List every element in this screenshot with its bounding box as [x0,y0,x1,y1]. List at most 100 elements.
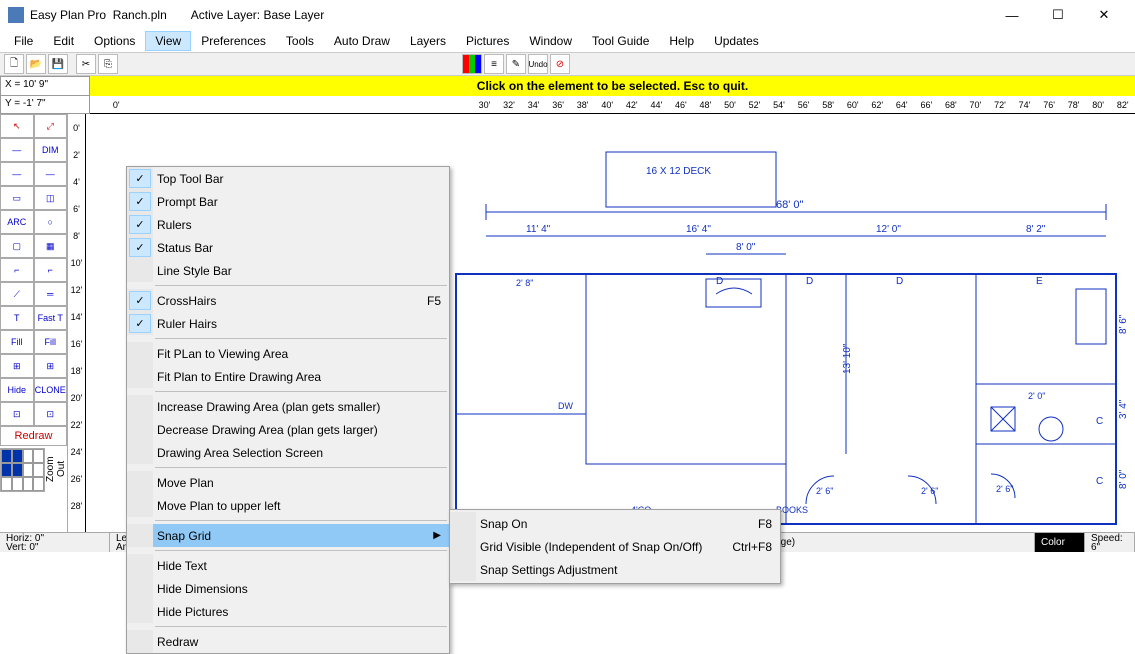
menu-item[interactable]: Snap Grid▶ [127,524,449,547]
maximize-button[interactable]: ☐ [1035,0,1081,30]
tool-cell[interactable]: CLONE [34,378,68,402]
menu-item[interactable]: ✓Rulers [127,213,449,236]
tool-cell[interactable]: ◫ [34,186,68,210]
tool-cell[interactable]: ▢ [0,234,34,258]
color-swatch[interactable] [33,477,44,491]
tool-cell[interactable]: ARC [0,210,34,234]
menu-view[interactable]: View [145,31,191,51]
menu-item[interactable]: Redraw [127,630,449,653]
tool-cell[interactable]: DIM [34,138,68,162]
menu-item[interactable]: Hide Text [127,554,449,577]
submenu-item[interactable]: Grid Visible (Independent of Snap On/Off… [450,535,780,558]
tool-cell[interactable]: ▦ [34,234,68,258]
menu-file[interactable]: File [4,31,43,51]
menu-tools[interactable]: Tools [276,31,324,51]
svg-text:2' 6": 2' 6" [816,486,833,496]
color-swatch[interactable] [1,449,12,463]
tool-cell[interactable]: T [0,306,34,330]
tool-cell[interactable]: — [0,138,34,162]
menu-item[interactable]: Decrease Drawing Area (plan gets larger) [127,418,449,441]
submenu-item[interactable]: Snap Settings Adjustment [450,558,780,581]
coord-y: Y = -1' 7" [0,96,90,114]
snap-grid-submenu[interactable]: Snap OnF8Grid Visible (Independent of Sn… [449,509,781,584]
menu-toolguide[interactable]: Tool Guide [582,31,659,51]
menu-window[interactable]: Window [519,31,582,51]
menu-item[interactable]: Fit PLan to Viewing Area [127,342,449,365]
menu-item[interactable]: Move Plan [127,471,449,494]
svg-text:D: D [716,276,723,287]
svg-text:8' 6": 8' 6" [1118,314,1129,334]
tool-cell[interactable]: ⊡ [0,402,34,426]
menubar: File Edit Options View Preferences Tools… [0,30,1135,52]
color-swatch[interactable] [23,463,34,477]
svg-text:8' 2": 8' 2" [1026,224,1046,235]
minimize-button[interactable]: — [989,0,1035,30]
color-swatch[interactable] [33,463,44,477]
titlebar: Easy Plan Pro Ranch.plnActive Layer: Bas… [0,0,1135,30]
menu-autodraw[interactable]: Auto Draw [324,31,400,51]
color-swatch[interactable] [1,477,12,491]
color-palette[interactable] [0,448,45,492]
no-icon[interactable]: ⊘ [550,54,570,74]
new-icon[interactable]: 🗋 [4,54,24,74]
color-swatch[interactable] [12,449,23,463]
copy-icon[interactable]: ⎘ [98,54,118,74]
list-icon[interactable]: ≡ [484,54,504,74]
color-swatch[interactable] [12,477,23,491]
status-color[interactable]: Color [1035,533,1085,552]
menu-item[interactable]: Hide Dimensions [127,577,449,600]
menu-item[interactable]: Hide Pictures [127,600,449,623]
open-icon[interactable]: 📂 [26,54,46,74]
svg-text:C: C [1096,416,1103,427]
menu-preferences[interactable]: Preferences [191,31,276,51]
tool-cell[interactable]: ⊞ [0,354,34,378]
tool-cell[interactable]: Fast T [34,306,68,330]
undo-icon[interactable]: Undo [528,54,548,74]
tool-cell[interactable]: Fill [34,330,68,354]
zoom-out-button[interactable]: Zoom Out [45,450,67,488]
save-icon[interactable]: 💾 [48,54,68,74]
color-swatch[interactable] [1,463,12,477]
highlight-icon[interactable]: ✎ [506,54,526,74]
menu-item[interactable]: ✓Status Bar [127,236,449,259]
redraw-button[interactable]: Redraw [0,426,67,446]
menu-item[interactable]: Increase Drawing Area (plan gets smaller… [127,395,449,418]
submenu-item[interactable]: Snap OnF8 [450,512,780,535]
tool-cell[interactable]: Hide [0,378,34,402]
rgb-icon[interactable] [462,54,482,74]
menu-layers[interactable]: Layers [400,31,456,51]
view-dropdown-menu[interactable]: ✓Top Tool Bar✓Prompt Bar✓Rulers✓Status B… [126,166,450,654]
tool-cell[interactable]: ⊡ [34,402,68,426]
menu-options[interactable]: Options [84,31,145,51]
menu-item[interactable]: Move Plan to upper left [127,494,449,517]
tool-cell[interactable]: ⌐ [0,258,34,282]
menu-help[interactable]: Help [659,31,704,51]
tool-cell[interactable]: — [0,162,34,186]
tool-cell[interactable]: Fill [0,330,34,354]
color-swatch[interactable] [33,449,44,463]
tool-cell[interactable]: ⤢ [34,114,68,138]
color-swatch[interactable] [23,477,34,491]
menu-item[interactable]: ✓Ruler Hairs [127,312,449,335]
menu-item[interactable]: ✓Prompt Bar [127,190,449,213]
tool-cell[interactable]: ⌐ [34,258,68,282]
tool-cell[interactable]: ═ [34,282,68,306]
menu-pictures[interactable]: Pictures [456,31,519,51]
close-button[interactable]: ✕ [1081,0,1127,30]
menu-item[interactable]: Drawing Area Selection Screen [127,441,449,464]
menu-updates[interactable]: Updates [704,31,769,51]
cut-icon[interactable]: ✂ [76,54,96,74]
menu-item[interactable]: Line Style Bar [127,259,449,282]
tool-cell[interactable]: ↖ [0,114,34,138]
tool-cell[interactable]: ▭ [0,186,34,210]
menu-item[interactable]: Fit Plan to Entire Drawing Area [127,365,449,388]
color-swatch[interactable] [12,463,23,477]
tool-cell[interactable]: ○ [34,210,68,234]
menu-item[interactable]: ✓CrossHairsF5 [127,289,449,312]
tool-cell[interactable]: — [34,162,68,186]
color-swatch[interactable] [23,449,34,463]
menu-edit[interactable]: Edit [43,31,84,51]
tool-cell[interactable]: ⊞ [34,354,68,378]
tool-cell[interactable]: ⟋ [0,282,34,306]
menu-item[interactable]: ✓Top Tool Bar [127,167,449,190]
